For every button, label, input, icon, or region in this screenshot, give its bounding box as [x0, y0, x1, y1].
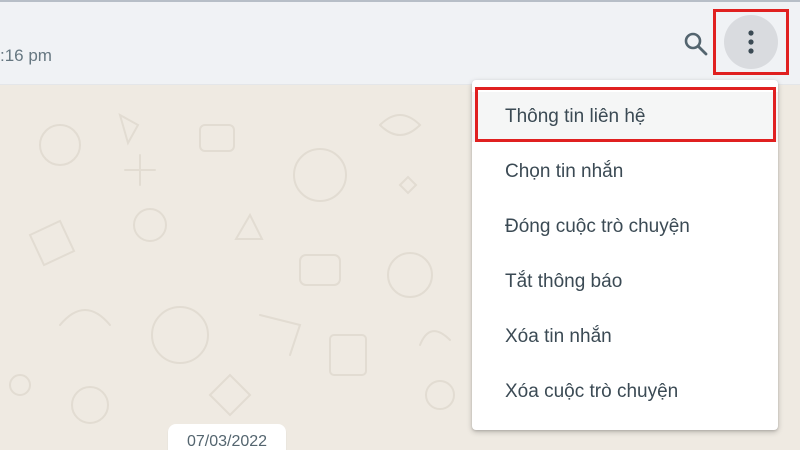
menu-item-delete-chat[interactable]: Xóa cuộc trò chuyện	[472, 367, 778, 417]
contact-info-highlight	[475, 87, 776, 142]
menu-item-close-chat[interactable]: Đóng cuộc trò chuyện	[472, 202, 778, 252]
menu-item-mute-notifications[interactable]: Tắt thông báo	[472, 257, 778, 307]
search-button[interactable]	[678, 26, 714, 62]
menu-item-select-messages[interactable]: Chọn tin nhắn	[472, 147, 778, 197]
search-icon	[684, 32, 708, 56]
date-separator: 07/03/2022	[168, 424, 286, 450]
menu-item-clear-messages[interactable]: Xóa tin nhắn	[472, 312, 778, 362]
last-seen-text: :16 pm	[0, 46, 52, 65]
chat-screen: :16 pm 07/03/2022 Thông tin liên hệ Chọn…	[0, 0, 800, 450]
menu-button-highlight	[713, 9, 789, 75]
